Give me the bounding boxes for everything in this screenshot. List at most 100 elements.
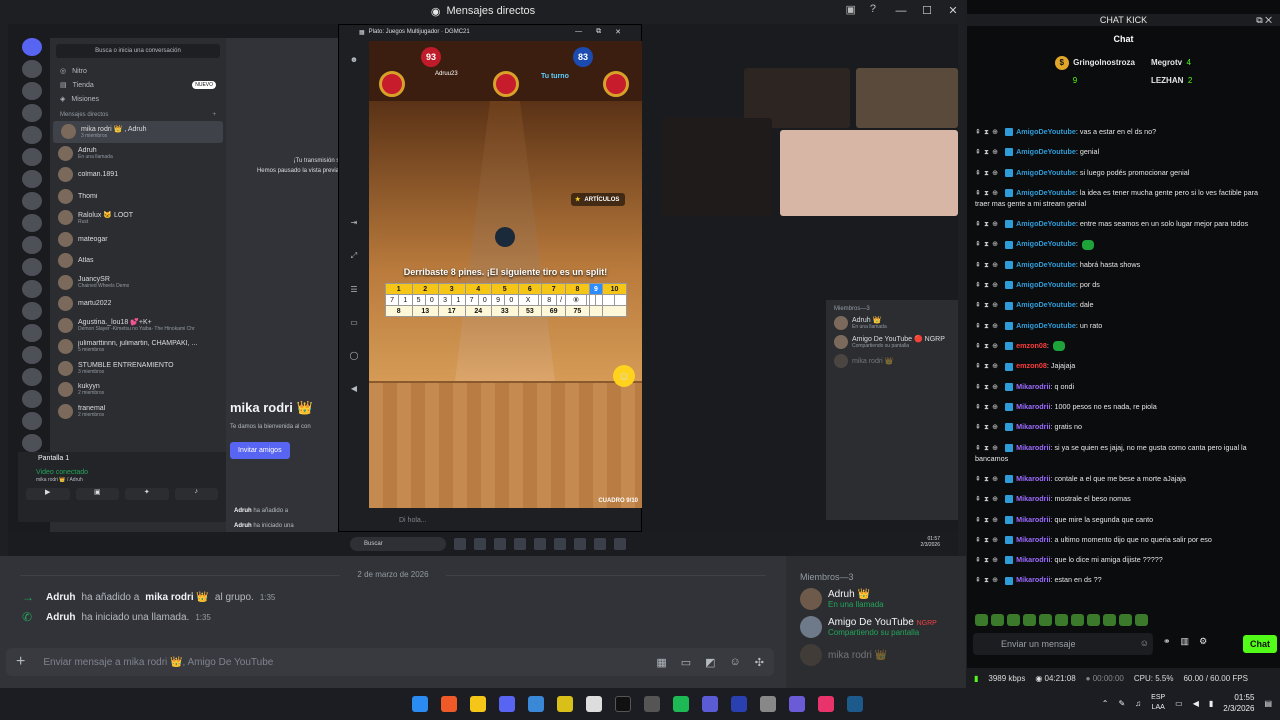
app-icon[interactable] (474, 538, 486, 550)
app-icon[interactable] (594, 538, 606, 550)
volume-icon[interactable]: ◀ (1193, 699, 1199, 708)
kick-tab-chat[interactable]: Chat (967, 26, 1280, 50)
chat-send-button[interactable]: Chat (1243, 635, 1277, 653)
member-row[interactable]: mika rodri 👑 (834, 354, 950, 368)
network-icon[interactable]: ▭ (1175, 699, 1183, 708)
chat-username[interactable]: AmigoDeYoutube (1016, 260, 1076, 269)
dm-search-input[interactable]: Busca o inicia una conversación (56, 44, 220, 58)
emote-icon[interactable] (1071, 614, 1084, 626)
photos-icon[interactable] (528, 696, 544, 712)
bubble-icon[interactable]: ◯ (350, 351, 359, 360)
dm-item[interactable]: Ralolux 🐱 LOOT Rust (50, 207, 226, 229)
expand-icon[interactable]: ⤢ (351, 251, 357, 261)
gif-icon[interactable]: ▭ (681, 656, 691, 669)
chat-username[interactable]: AmigoDeYoutube (1016, 239, 1076, 248)
server-icon[interactable] (22, 126, 42, 144)
add-attachment-icon[interactable]: + (16, 653, 25, 671)
steam-icon[interactable] (847, 696, 863, 712)
maximize-button[interactable]: ☐ (914, 0, 940, 22)
chat-username[interactable]: Mikarodrii (1016, 515, 1050, 524)
chat-username[interactable]: Mikarodrii (1016, 575, 1050, 584)
battery-icon[interactable]: ▮ (1209, 699, 1213, 708)
server-icon[interactable] (22, 148, 42, 166)
spotify-icon[interactable] (673, 696, 689, 712)
chrome-icon[interactable] (644, 696, 660, 712)
activity-chat-input[interactable]: Di hola... (369, 511, 639, 529)
taskbar-search[interactable]: Buscar (350, 537, 446, 551)
app-icon[interactable] (534, 538, 546, 550)
chevron-up-icon[interactable]: ⌃ (1102, 699, 1109, 708)
video-tile[interactable] (662, 118, 772, 216)
settings-icon[interactable]: ☰ (350, 285, 357, 294)
server-icon[interactable] (22, 412, 42, 430)
close-button[interactable]: ✕ (615, 28, 621, 36)
member-row[interactable]: mika rodri 👑 (800, 644, 952, 666)
inbox-icon[interactable]: ▣ (845, 3, 855, 16)
server-icon[interactable] (22, 368, 42, 386)
emoji-button[interactable]: ☺ (613, 365, 635, 387)
sticker-icon[interactable]: ◩ (705, 656, 715, 669)
server-icon[interactable] (22, 236, 42, 254)
app-icon[interactable] (574, 538, 586, 550)
server-icon[interactable] (22, 346, 42, 364)
server-icon[interactable] (22, 324, 42, 342)
chat-username[interactable]: Mikarodrii (1016, 402, 1050, 411)
popout-button[interactable]: ⧉ (596, 28, 601, 36)
chat-username[interactable]: AmigoDeYoutube (1016, 168, 1076, 177)
chat-username[interactable]: Mikarodrii (1016, 443, 1050, 452)
server-icon[interactable] (22, 82, 42, 100)
dm-item[interactable]: mika rodri 👑 , Adruh 3 miembros (53, 121, 223, 143)
kick-message-input[interactable]: Enviar un mensaje ☺ (973, 633, 1153, 655)
activities-button[interactable]: ✦ (125, 488, 169, 500)
dm-item[interactable]: JuancySR Chained Wheels Demo (50, 272, 226, 294)
mic-icon[interactable]: ♫ (1135, 699, 1141, 708)
app-icon[interactable] (614, 538, 626, 550)
start-icon[interactable] (412, 696, 428, 712)
help-icon[interactable]: ? (870, 3, 876, 16)
app-icon[interactable] (557, 696, 573, 712)
chat-username[interactable]: Mikarodrii (1016, 382, 1050, 391)
dm-item[interactable]: julimarttinnn, julimartin, CHAMPAKI, ...… (50, 336, 226, 358)
emote-icon[interactable] (1023, 614, 1036, 626)
tiktok-live-icon[interactable] (818, 696, 834, 712)
dm-item[interactable]: mateogar (50, 229, 226, 251)
chat-username[interactable]: emzon08 (1016, 361, 1047, 370)
app-icon[interactable] (760, 696, 776, 712)
member-row[interactable]: Adruh 👑 En una llamada (800, 588, 952, 610)
app-icon[interactable] (494, 538, 506, 550)
browser-icon[interactable] (441, 696, 457, 712)
emote-icon[interactable] (975, 614, 988, 626)
dm-item[interactable]: kukyyn 2 miembros (50, 379, 226, 401)
tiktok-icon[interactable] (615, 696, 631, 712)
kick-header-controls[interactable]: ⧉ ✕ (1256, 14, 1272, 26)
video-tile[interactable] (780, 130, 958, 216)
chat-username[interactable]: AmigoDeYoutube (1016, 127, 1076, 136)
emote-icon[interactable] (1087, 614, 1100, 626)
server-icon[interactable] (22, 390, 42, 408)
server-icon[interactable] (22, 60, 42, 78)
nav-shop[interactable]: ▤ Tienda NUEVO (50, 78, 226, 92)
dm-item[interactable]: Thomi (50, 186, 226, 208)
dm-item[interactable]: STUMBLE ENTRENAMIENTO 3 miembros (50, 358, 226, 380)
server-icon[interactable] (22, 258, 42, 276)
add-dm-icon[interactable]: + (212, 112, 216, 118)
language-indicator[interactable]: ESP LAA (1151, 693, 1165, 713)
nav-nitro[interactable]: ◎ Nitro (50, 64, 226, 78)
server-icon[interactable] (22, 214, 42, 232)
articles-button[interactable]: ★ ARTÍCULOS (571, 193, 626, 206)
apps-icon[interactable]: ✣ (755, 656, 764, 669)
invite-friends-button[interactable]: Invitar amigos (230, 442, 290, 459)
volume-icon[interactable]: ◀ (351, 384, 357, 393)
emote-icon[interactable] (1103, 614, 1116, 626)
photoshop-icon[interactable] (731, 696, 747, 712)
emote-icon[interactable] (1055, 614, 1068, 626)
chat-username[interactable]: AmigoDeYoutube (1016, 280, 1076, 289)
member-row[interactable]: Amigo De YouTube NGRP Compartiendo su pan… (800, 616, 952, 638)
dm-item[interactable]: martu2022 (50, 293, 226, 315)
pen-icon[interactable]: ✎ (1118, 699, 1125, 708)
minimize-button[interactable]: — (575, 28, 582, 36)
server-icon[interactable] (22, 302, 42, 320)
screen-share-button[interactable]: ▣ (75, 488, 119, 500)
chat-username[interactable]: emzon08 (1016, 341, 1047, 350)
chat-username[interactable]: AmigoDeYoutube (1016, 300, 1076, 309)
